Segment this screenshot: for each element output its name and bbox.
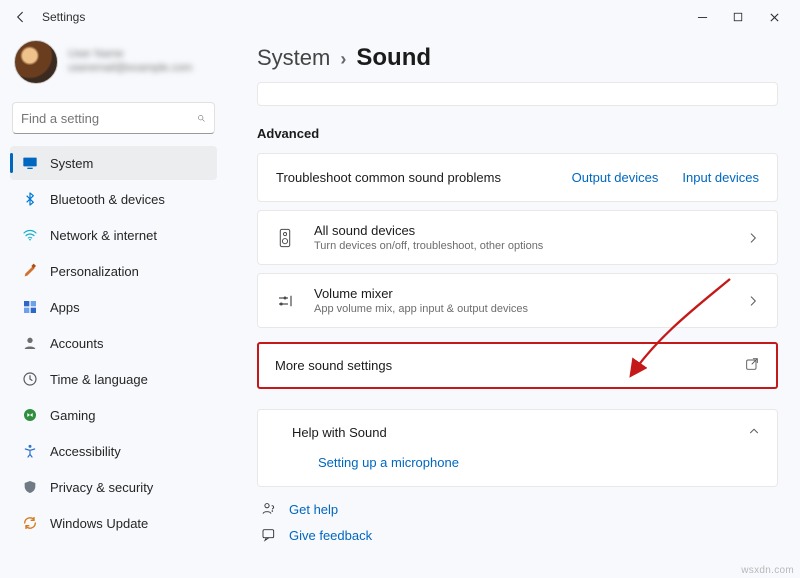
sidebar-item-label: System <box>50 156 93 171</box>
window-title: Settings <box>42 10 85 24</box>
sidebar-item-accounts[interactable]: Accounts <box>10 326 217 360</box>
give-feedback-link[interactable]: Give feedback <box>261 527 778 543</box>
sidebar-item-privacy[interactable]: Privacy & security <box>10 470 217 504</box>
collapsed-card[interactable] <box>257 82 778 106</box>
output-devices-link[interactable]: Output devices <box>572 170 659 185</box>
search-field[interactable] <box>12 102 215 134</box>
sidebar-item-label: Gaming <box>50 408 96 423</box>
avatar <box>14 40 58 84</box>
sidebar-item-personalization[interactable]: Personalization <box>10 254 217 288</box>
minimize-button[interactable] <box>684 3 720 31</box>
row-subtitle: Turn devices on/off, troubleshoot, other… <box>314 240 727 252</box>
volume-mixer-row[interactable]: Volume mixer App volume mix, app input &… <box>257 273 778 328</box>
sidebar-item-accessibility[interactable]: Accessibility <box>10 434 217 468</box>
person-icon <box>22 335 38 351</box>
search-input[interactable] <box>21 111 197 126</box>
sidebar-item-gaming[interactable]: Gaming <box>10 398 217 432</box>
help-title: Help with Sound <box>292 425 729 440</box>
row-title: Volume mixer <box>314 286 727 301</box>
page-title: Sound <box>356 44 431 72</box>
chevron-right-icon: › <box>340 49 346 70</box>
update-icon <box>22 515 38 531</box>
system-icon <box>22 155 38 171</box>
sidebar-item-label: Privacy & security <box>50 480 153 495</box>
sidebar-item-label: Accessibility <box>50 444 121 459</box>
sidebar-item-label: Windows Update <box>50 516 148 531</box>
speaker-icon <box>274 227 296 249</box>
help-head[interactable]: ? Help with Sound <box>258 410 777 455</box>
mixer-icon <box>274 290 296 312</box>
row-subtitle: App volume mix, app input & output devic… <box>314 303 727 315</box>
all-sound-devices-row[interactable]: All sound devices Turn devices on/off, t… <box>257 210 778 265</box>
gaming-icon <box>22 407 38 423</box>
help-person-icon <box>261 501 277 517</box>
section-label-advanced: Advanced <box>257 126 778 141</box>
row-title: All sound devices <box>314 223 727 238</box>
troubleshoot-title: Troubleshoot common sound problems <box>276 170 548 185</box>
sidebar-item-label: Bluetooth & devices <box>50 192 165 207</box>
feedback-icon <box>261 527 277 543</box>
clock-icon <box>22 371 38 387</box>
sidebar-item-update[interactable]: Windows Update <box>10 506 217 540</box>
search-icon <box>197 111 206 126</box>
chevron-right-icon <box>745 231 761 245</box>
sidebar-item-apps[interactable]: Apps <box>10 290 217 324</box>
sidebar-item-network[interactable]: Network & internet <box>10 218 217 252</box>
user-profile[interactable]: User Name useremail@example.com <box>10 34 217 92</box>
troubleshoot-card: Troubleshoot common sound problems Outpu… <box>257 153 778 202</box>
brush-icon <box>22 263 38 279</box>
input-devices-link[interactable]: Input devices <box>682 170 759 185</box>
bluetooth-icon <box>22 191 38 207</box>
back-arrow-icon <box>13 9 29 25</box>
close-button[interactable] <box>756 3 792 31</box>
external-link-icon <box>744 356 760 375</box>
help-card: ? Help with Sound Setting up a microphon… <box>257 409 778 487</box>
help-link-mic[interactable]: Setting up a microphone <box>318 455 757 470</box>
row-title: More sound settings <box>275 358 744 373</box>
wifi-icon <box>22 227 38 243</box>
breadcrumb-parent[interactable]: System <box>257 45 330 71</box>
sidebar-item-bluetooth[interactable]: Bluetooth & devices <box>10 182 217 216</box>
maximize-button[interactable] <box>720 3 756 31</box>
sidebar-item-time[interactable]: Time & language <box>10 362 217 396</box>
sidebar-item-label: Apps <box>50 300 80 315</box>
minimize-icon <box>697 12 708 23</box>
sidebar-item-label: Personalization <box>50 264 139 279</box>
shield-icon <box>22 479 38 495</box>
maximize-icon <box>733 12 743 22</box>
chevron-right-icon <box>745 294 761 308</box>
accessibility-icon <box>22 443 38 459</box>
user-text: User Name useremail@example.com <box>68 48 192 76</box>
sidebar-item-label: Network & internet <box>50 228 157 243</box>
close-icon <box>769 12 780 23</box>
get-help-link[interactable]: Get help <box>261 501 778 517</box>
breadcrumb: System › Sound <box>257 44 778 72</box>
apps-icon <box>22 299 38 315</box>
sidebar-item-label: Accounts <box>50 336 103 351</box>
more-sound-settings-row[interactable]: More sound settings <box>257 342 778 389</box>
back-button[interactable] <box>10 6 32 28</box>
chevron-up-icon <box>747 424 761 441</box>
sidebar-item-label: Time & language <box>50 372 148 387</box>
sidebar-item-system[interactable]: System <box>10 146 217 180</box>
watermark: wsxdn.com <box>741 565 794 576</box>
